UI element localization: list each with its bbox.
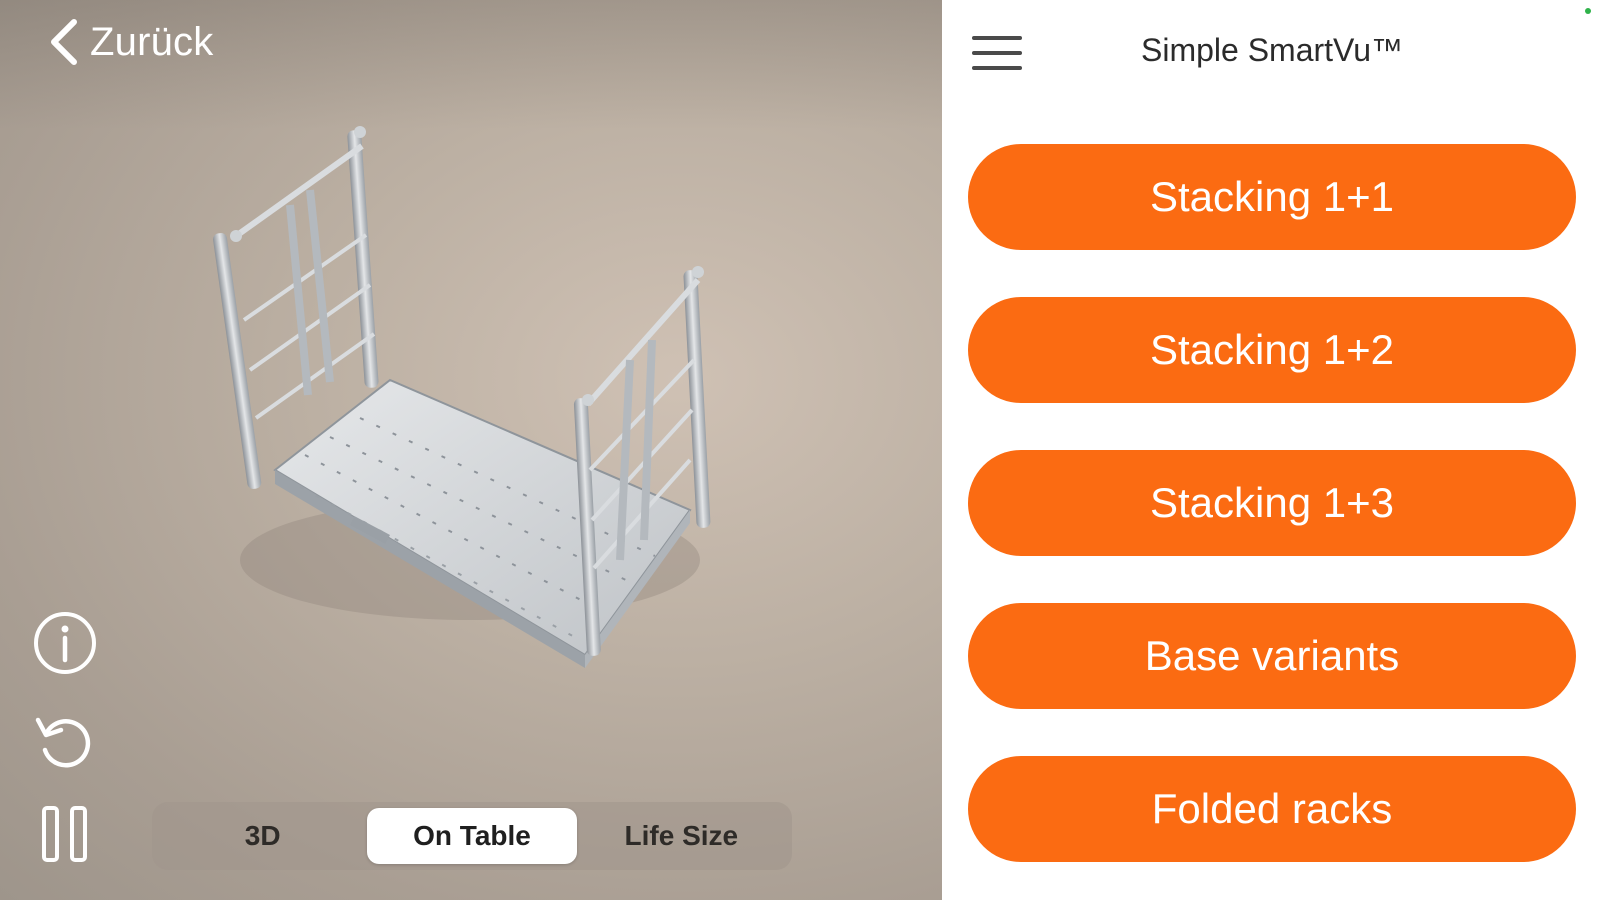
rack-3d-model[interactable] bbox=[0, 0, 942, 900]
reset-button[interactable] bbox=[30, 706, 100, 776]
viewer-side-controls bbox=[30, 608, 100, 878]
status-indicator-dot bbox=[1585, 8, 1591, 14]
action-button-list: Stacking 1+1 Stacking 1+2 Stacking 1+3 B… bbox=[968, 144, 1576, 909]
reset-icon bbox=[35, 717, 91, 768]
options-panel: Simple SmartVu™ Stacking 1+1 Stacking 1+… bbox=[942, 0, 1599, 900]
back-label: Zurück bbox=[90, 19, 214, 64]
pause-button[interactable] bbox=[30, 800, 100, 870]
stacking-1-2-button[interactable]: Stacking 1+2 bbox=[968, 297, 1576, 403]
info-button[interactable] bbox=[30, 608, 100, 678]
chevron-left-icon bbox=[51, 19, 77, 65]
ar-viewport[interactable]: Zurück 3D On Table Life Size bbox=[0, 0, 942, 900]
view-mode-segmented-control: 3D On Table Life Size bbox=[152, 802, 792, 870]
base-variants-button[interactable]: Base variants bbox=[968, 603, 1576, 709]
hamburger-menu-button[interactable] bbox=[970, 30, 1026, 78]
stacking-1-1-button[interactable]: Stacking 1+1 bbox=[968, 144, 1576, 250]
mode-life-size[interactable]: Life Size bbox=[577, 808, 786, 864]
back-button[interactable]: Zurück bbox=[44, 14, 213, 70]
mode-3d[interactable]: 3D bbox=[158, 808, 367, 864]
pause-icon bbox=[42, 806, 87, 862]
app-window: Zurück 3D On Table Life Size Simple Smar… bbox=[0, 0, 1599, 900]
stacking-1-3-button[interactable]: Stacking 1+3 bbox=[968, 450, 1576, 556]
panel-title: Simple SmartVu™ bbox=[1141, 32, 1403, 68]
mode-on-table[interactable]: On Table bbox=[367, 808, 577, 864]
hamburger-menu-icon bbox=[972, 36, 1022, 40]
folded-racks-button[interactable]: Folded racks bbox=[968, 756, 1576, 862]
info-icon bbox=[34, 612, 96, 674]
